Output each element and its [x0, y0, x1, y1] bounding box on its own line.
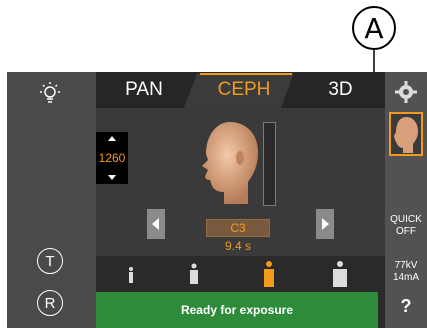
r-button-label: R: [44, 294, 56, 312]
value-text: 1260: [98, 151, 126, 165]
head-thumbnail-icon: [394, 117, 418, 153]
callout-label: A: [364, 11, 384, 45]
t-button[interactable]: T: [37, 248, 63, 274]
callout-a: A: [352, 6, 396, 50]
t-button-label: T: [45, 252, 55, 270]
value-stepper[interactable]: 1260: [96, 132, 128, 184]
tab-bar: PAN CEPH 3D: [96, 72, 385, 108]
quick-label-line1: QUICK: [390, 214, 422, 225]
exposure-time: 9.4 s: [224, 239, 251, 253]
ceph-thumbnail[interactable]: [389, 112, 423, 156]
tab-ceph[interactable]: CEPH: [192, 72, 296, 108]
left-arrow-icon[interactable]: [147, 209, 165, 239]
height-indicator-bar: [263, 122, 276, 206]
patient-adult-icon[interactable]: [262, 260, 276, 288]
right-arrow-icon[interactable]: [316, 209, 334, 239]
light-bulb-icon[interactable]: [36, 80, 64, 108]
ma-value: 14mA: [392, 272, 420, 283]
patient-small-child-icon[interactable]: [126, 266, 136, 284]
quick-toggle[interactable]: QUICK OFF: [385, 214, 427, 238]
quick-label-line2: OFF: [396, 226, 416, 237]
status-bar: Ready for exposure: [96, 292, 378, 328]
gear-icon[interactable]: [394, 80, 418, 104]
kv-value: 77kV: [394, 260, 418, 271]
region-select[interactable]: C3: [206, 219, 270, 237]
increment-arrow-icon[interactable]: [108, 136, 116, 141]
patient-child-icon[interactable]: [188, 263, 200, 285]
tab-pan[interactable]: PAN: [96, 72, 192, 108]
right-panel: [385, 72, 427, 328]
tab-ceph-active-indicator: [200, 73, 292, 75]
status-text: Ready for exposure: [180, 303, 294, 317]
head-profile-image: [202, 122, 258, 204]
exposure-settings[interactable]: 77kV 14mA: [385, 260, 427, 284]
decrement-arrow-icon[interactable]: [108, 175, 116, 180]
patient-size-selector: [96, 256, 378, 292]
patient-large-adult-icon[interactable]: [332, 260, 348, 288]
tab-3d[interactable]: 3D: [296, 72, 385, 108]
region-label: C3: [230, 221, 246, 235]
r-button[interactable]: R: [37, 290, 63, 316]
help-button[interactable]: ?: [385, 296, 427, 317]
